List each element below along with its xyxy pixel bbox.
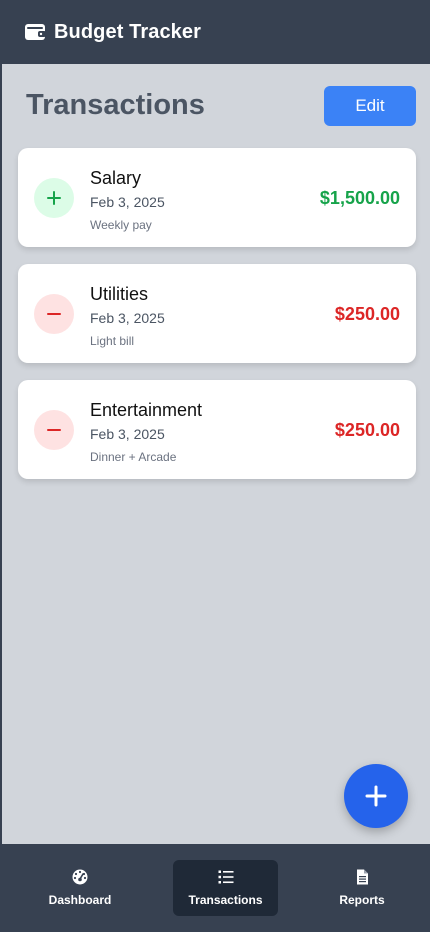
expense-badge xyxy=(34,410,74,450)
transaction-name: Entertainment xyxy=(90,400,203,420)
add-transaction-button[interactable] xyxy=(344,764,408,828)
nav-item-dashboard[interactable]: Dashboard xyxy=(16,860,144,916)
transaction-amount: $1,500.00 xyxy=(319,188,400,208)
main-content: Transactions Edit Salary Feb 3, 2025 Wee… xyxy=(2,64,430,844)
transaction-card[interactable]: Entertainment Feb 3, 2025 Dinner + Arcad… xyxy=(18,380,416,479)
transaction-note: Light bill xyxy=(90,334,135,348)
transaction-amount: $250.00 xyxy=(334,304,400,324)
plus-icon xyxy=(47,191,61,205)
app-header: Budget Tracker xyxy=(0,0,430,64)
document-icon xyxy=(357,869,368,885)
transaction-note: Weekly pay xyxy=(90,218,152,232)
edit-button[interactable]: Edit xyxy=(324,86,416,126)
nav-label: Transactions xyxy=(188,893,263,907)
list-icon xyxy=(218,870,233,884)
transaction-card[interactable]: Utilities Feb 3, 2025 Light bill $250.00 xyxy=(18,264,416,363)
transaction-name: Salary xyxy=(90,168,142,188)
nav-label: Reports xyxy=(339,893,385,907)
transaction-note: Dinner + Arcade xyxy=(90,450,177,464)
transaction-card[interactable]: Salary Feb 3, 2025 Weekly pay $1,500.00 xyxy=(18,148,416,247)
page-title: Transactions xyxy=(26,89,205,121)
expense-badge xyxy=(34,294,74,334)
transaction-name: Utilities xyxy=(90,284,149,304)
nav-label: Dashboard xyxy=(48,893,112,907)
transaction-date: Feb 3, 2025 xyxy=(90,426,165,442)
bottom-nav: Dashboard Transactions Reports xyxy=(0,844,430,932)
dashboard-icon xyxy=(72,869,88,885)
transaction-date: Feb 3, 2025 xyxy=(90,310,165,326)
wallet-icon xyxy=(25,24,46,40)
transaction-amount: $250.00 xyxy=(334,420,400,440)
transaction-date: Feb 3, 2025 xyxy=(90,194,165,210)
minus-icon xyxy=(47,313,61,315)
minus-icon xyxy=(47,429,61,431)
income-badge xyxy=(34,178,74,218)
nav-item-reports[interactable]: Reports xyxy=(300,860,424,916)
nav-item-transactions[interactable]: Transactions xyxy=(173,860,278,916)
plus-icon xyxy=(365,785,387,807)
app-title: Budget Tracker xyxy=(54,20,202,43)
